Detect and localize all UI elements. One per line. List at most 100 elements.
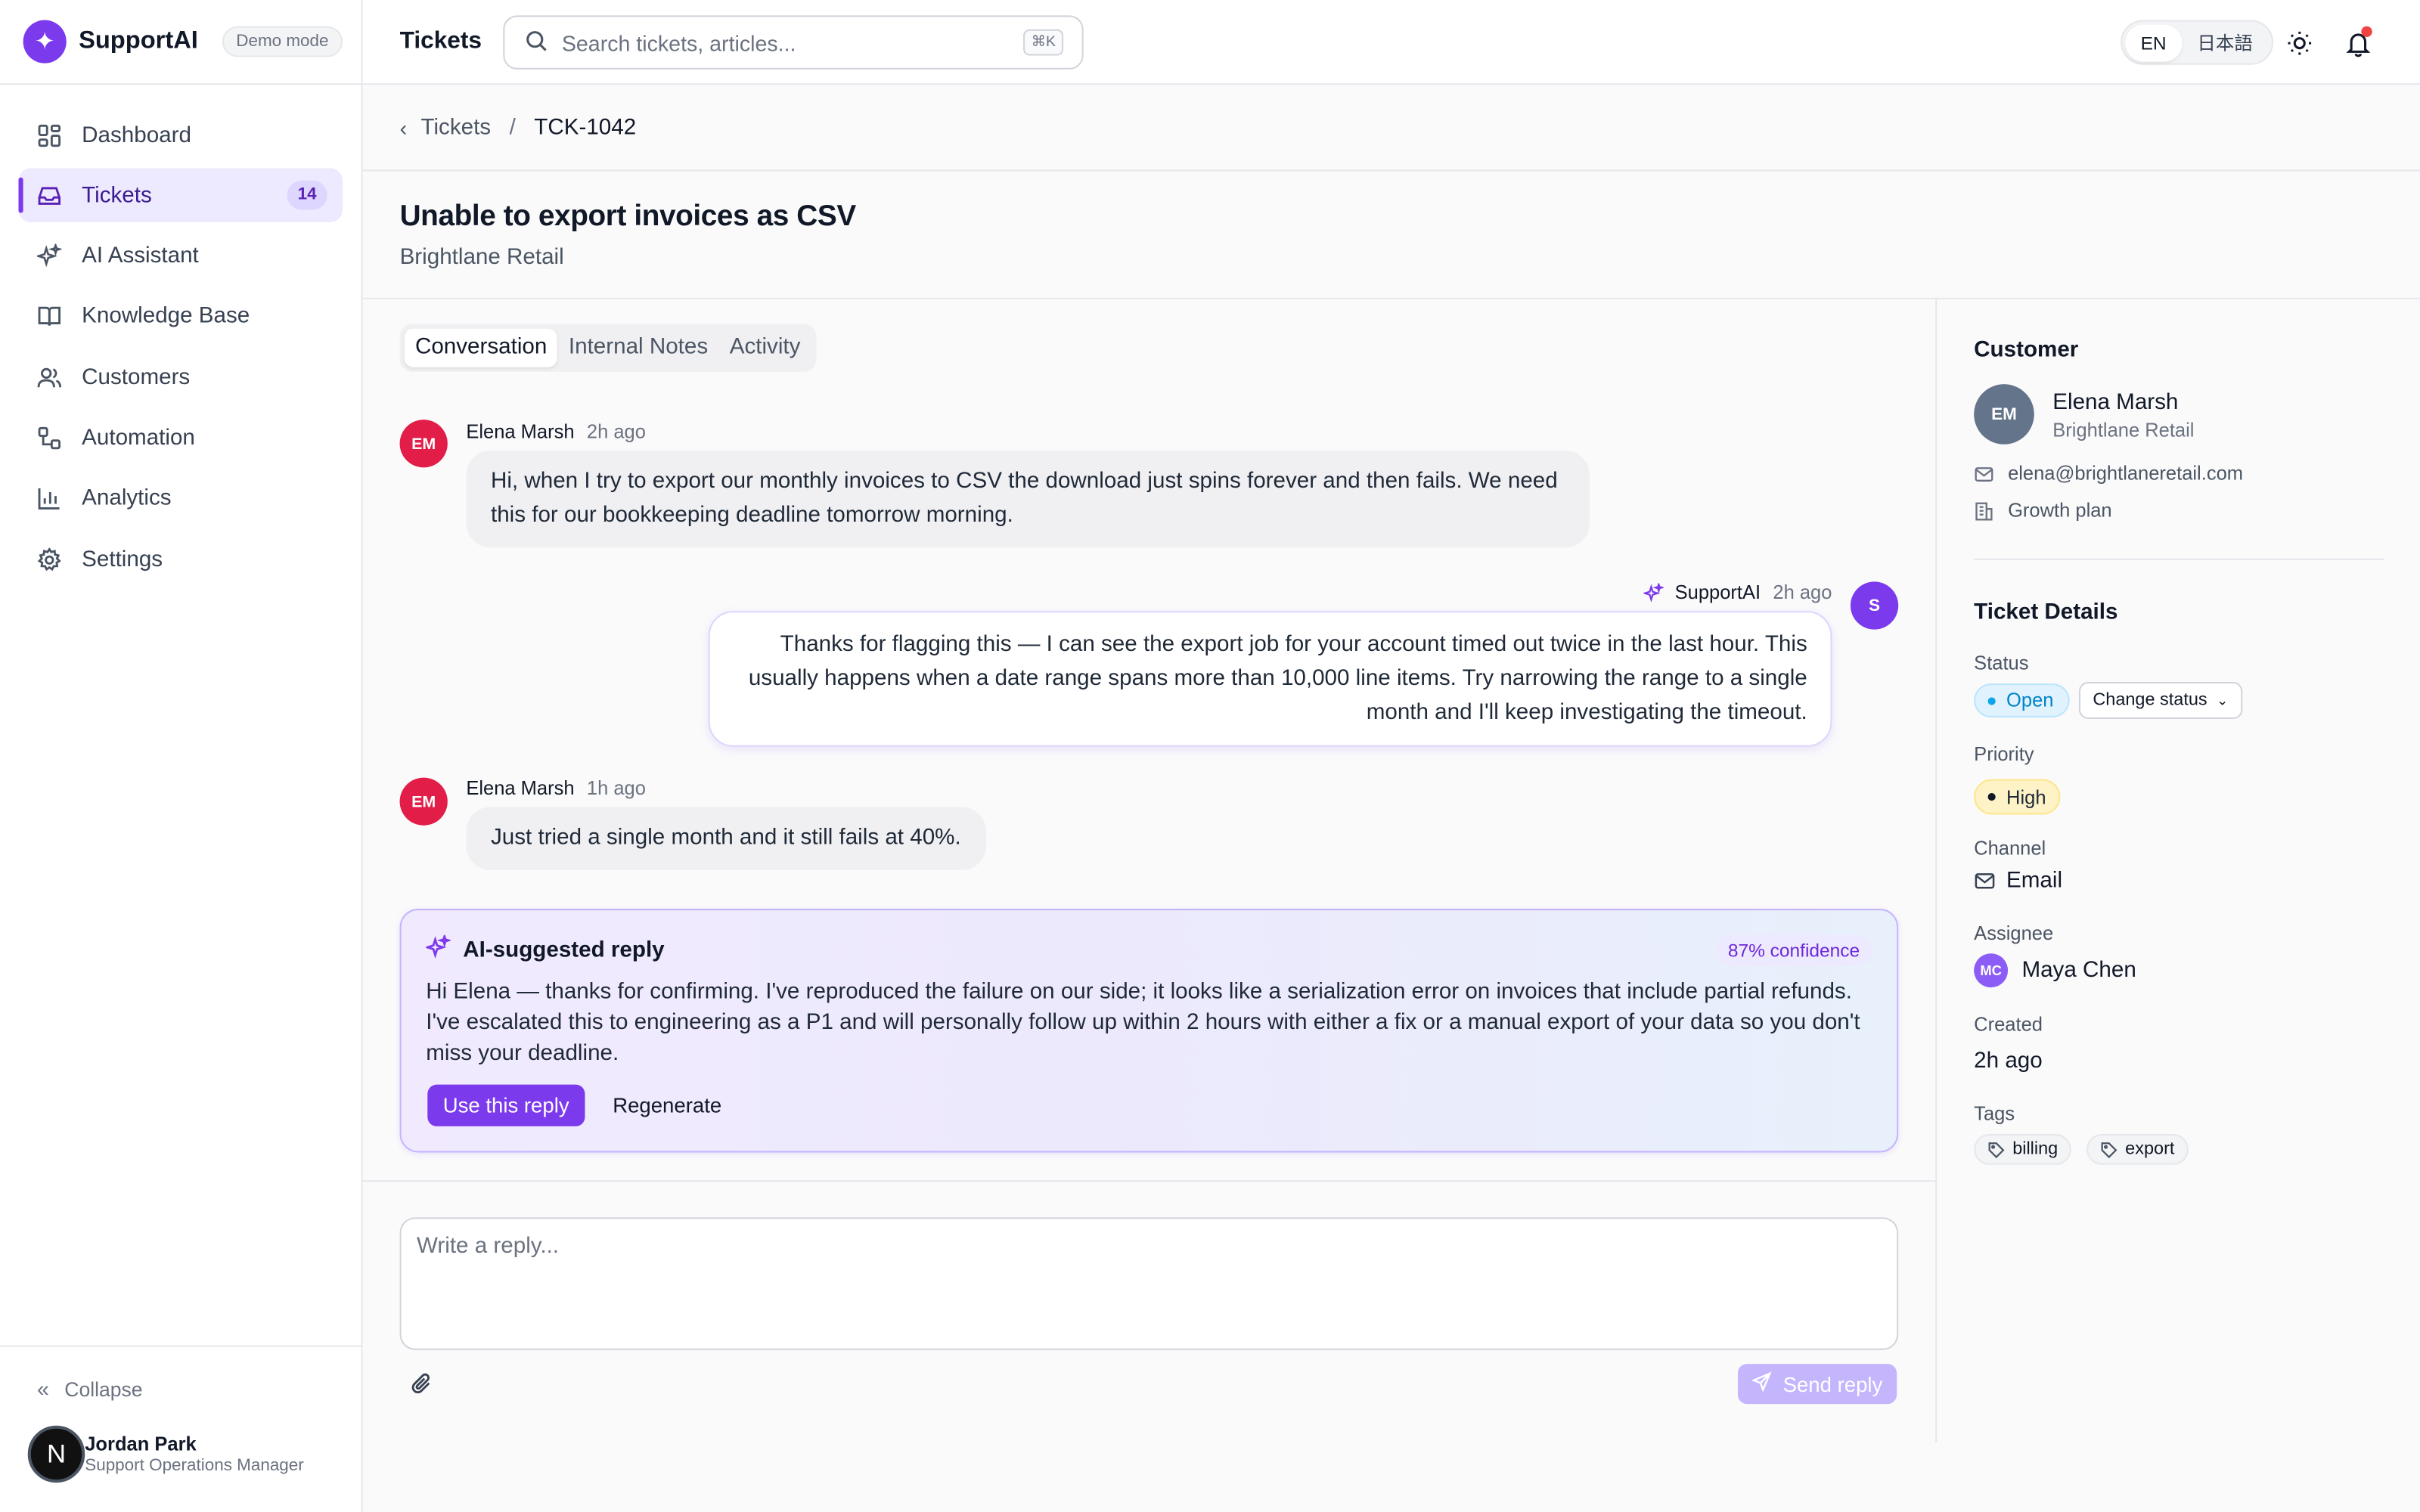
message-author: Elena Marsh [466, 421, 575, 443]
message-customer: EM [399, 420, 448, 468]
tag-label: export [2125, 1140, 2175, 1159]
notifications-button[interactable] [2341, 26, 2375, 60]
sidebar-item-settings[interactable]: Settings [18, 532, 343, 586]
sidebar-item-tickets[interactable]: Tickets 14 [18, 169, 343, 223]
sidebar-nav: Dashboard Tickets 14 AI Assistant Knowle… [18, 108, 343, 593]
message-author: SupportAI [1674, 581, 1761, 603]
sidebar-item-customers[interactable]: Customers [18, 351, 343, 404]
sidebar-item-ai-assistant[interactable]: AI Assistant [18, 229, 343, 283]
sparkles-icon [1643, 582, 1665, 603]
brand[interactable]: ✦ SupportAI [23, 20, 198, 64]
tag-billing[interactable]: billing [1974, 1133, 2072, 1165]
collapse-label: Collapse [64, 1377, 143, 1401]
user-profile[interactable]: N Jordan Park Support Operations Manager [27, 1425, 304, 1483]
search-bar[interactable]: ⌘K [503, 15, 1084, 70]
message-meta: Elena Marsh 1h ago [466, 778, 646, 800]
breadcrumb-tickets-link[interactable]: ‹ Tickets [400, 115, 492, 140]
demo-mode-badge: Demo mode [222, 26, 343, 57]
message-time: 2h ago [586, 421, 646, 443]
customer-heading: Customer [1974, 337, 2079, 363]
brand-name: SupportAI [79, 27, 198, 54]
change-status-dropdown[interactable]: Change status ⌄ [2078, 682, 2242, 720]
user-text: Jordan Park Support Operations Manager [85, 1433, 304, 1476]
ticket-header: Unable to export invoices as CSV Brightl… [362, 171, 2420, 299]
message-bubble: Thanks for flagging this — I can see the… [708, 611, 1832, 747]
building-icon [1974, 500, 1996, 521]
assignee-label: Assignee [1974, 922, 2054, 944]
use-reply-button[interactable]: Use this reply [427, 1084, 585, 1126]
search-input[interactable] [561, 29, 1010, 55]
sidebar-item-label: Tickets [82, 183, 152, 209]
dashboard-icon [37, 122, 62, 147]
status-badge: Open [1974, 683, 2069, 717]
ticket-title: Unable to export invoices as CSV [399, 200, 857, 234]
users-icon [37, 365, 62, 390]
ai-suggestion-text: Hi Elena — thanks for confirming. I've r… [426, 979, 1860, 1067]
language-option-ja[interactable]: 日本語 [2182, 24, 2268, 61]
paperclip-icon [411, 1373, 430, 1394]
user-role: Support Operations Manager [85, 1455, 304, 1474]
message-bubble: Hi, when I try to export our monthly inv… [466, 450, 1590, 548]
sidebar-item-label: Customers [82, 365, 191, 390]
customer-email[interactable]: elena@brightlaneretail.com [1974, 463, 2243, 485]
created-value: 2h ago [1974, 1049, 2043, 1074]
inbox-icon [37, 183, 62, 208]
sidebar-item-knowledge-base[interactable]: Knowledge Base [18, 290, 343, 343]
sidebar-item-automation[interactable]: Automation [18, 411, 343, 465]
status-label: Status [1974, 652, 2029, 674]
tab-internal-notes[interactable]: Internal Notes [558, 329, 719, 367]
sidebar-item-label: AI Assistant [82, 243, 199, 269]
bar-chart-icon [37, 486, 62, 511]
sidebar-item-label: Settings [82, 547, 163, 572]
message-meta: Elena Marsh 2h ago [466, 421, 646, 443]
breadcrumb-current: TCK-1042 [534, 115, 637, 140]
tag-icon [2101, 1141, 2118, 1158]
priority-label: Priority [1974, 743, 2034, 766]
page-title: Tickets [399, 27, 482, 54]
message-meta: SupportAI 2h ago [1643, 581, 1832, 603]
status-dot [1987, 696, 1996, 705]
mail-icon [1974, 463, 1996, 484]
conversation-panel: Conversation Internal Notes Activity EM … [362, 299, 1936, 1181]
tab-activity[interactable]: Activity [718, 329, 811, 367]
tag-export[interactable]: export [2086, 1133, 2189, 1165]
language-option-en[interactable]: EN [2125, 23, 2183, 61]
divider [0, 1345, 363, 1347]
message-author: Elena Marsh [466, 777, 575, 800]
tab-conversation[interactable]: Conversation [404, 328, 558, 367]
top-header: Tickets ⌘K EN 日本語 [362, 0, 2420, 85]
sidebar-item-label: Automation [82, 426, 195, 451]
message-bubble: Just tried a single month and it still f… [466, 807, 986, 871]
mail-icon [1974, 870, 1996, 892]
send-reply-button[interactable]: Send reply [1737, 1364, 1897, 1405]
divider [1974, 558, 2385, 560]
ticket-tabs: Conversation Internal Notes Activity [399, 324, 816, 372]
assignee-value[interactable]: MC Maya Chen [1974, 953, 2136, 988]
theme-toggle-button[interactable] [2282, 26, 2316, 60]
sidebar-item-dashboard[interactable]: Dashboard [18, 108, 343, 162]
customer-name: Elena Marsh [2052, 390, 2179, 415]
book-icon [37, 305, 62, 330]
priority-value: High [2006, 785, 2046, 808]
avatar: EM [399, 777, 448, 826]
chevron-down-icon: ⌄ [2216, 692, 2229, 708]
sidebar-item-label: Dashboard [82, 122, 191, 147]
sidebar-item-analytics[interactable]: Analytics [18, 472, 343, 525]
attach-button[interactable] [406, 1368, 437, 1399]
sidebar-item-label: Knowledge Base [82, 304, 250, 330]
channel-text: Email [2006, 868, 2063, 894]
tickets-count-badge: 14 [287, 181, 327, 211]
reply-input[interactable] [399, 1217, 1899, 1350]
search-shortcut-hint: ⌘K [1023, 29, 1064, 56]
avatar: N [27, 1425, 85, 1483]
collapse-button[interactable]: « Collapse [37, 1376, 143, 1401]
change-status-label: Change status [2093, 691, 2207, 710]
tags-label: Tags [1974, 1103, 2015, 1125]
user-name: Jordan Park [85, 1432, 197, 1455]
message-agent-avatar: S [1850, 581, 1899, 630]
brand-logo-icon: ✦ [23, 20, 67, 64]
breadcrumb-separator: / [509, 115, 516, 140]
regenerate-button[interactable]: Regenerate [613, 1085, 721, 1126]
channel-label: Channel [1974, 838, 2046, 860]
status-value: Open [2006, 689, 2054, 711]
